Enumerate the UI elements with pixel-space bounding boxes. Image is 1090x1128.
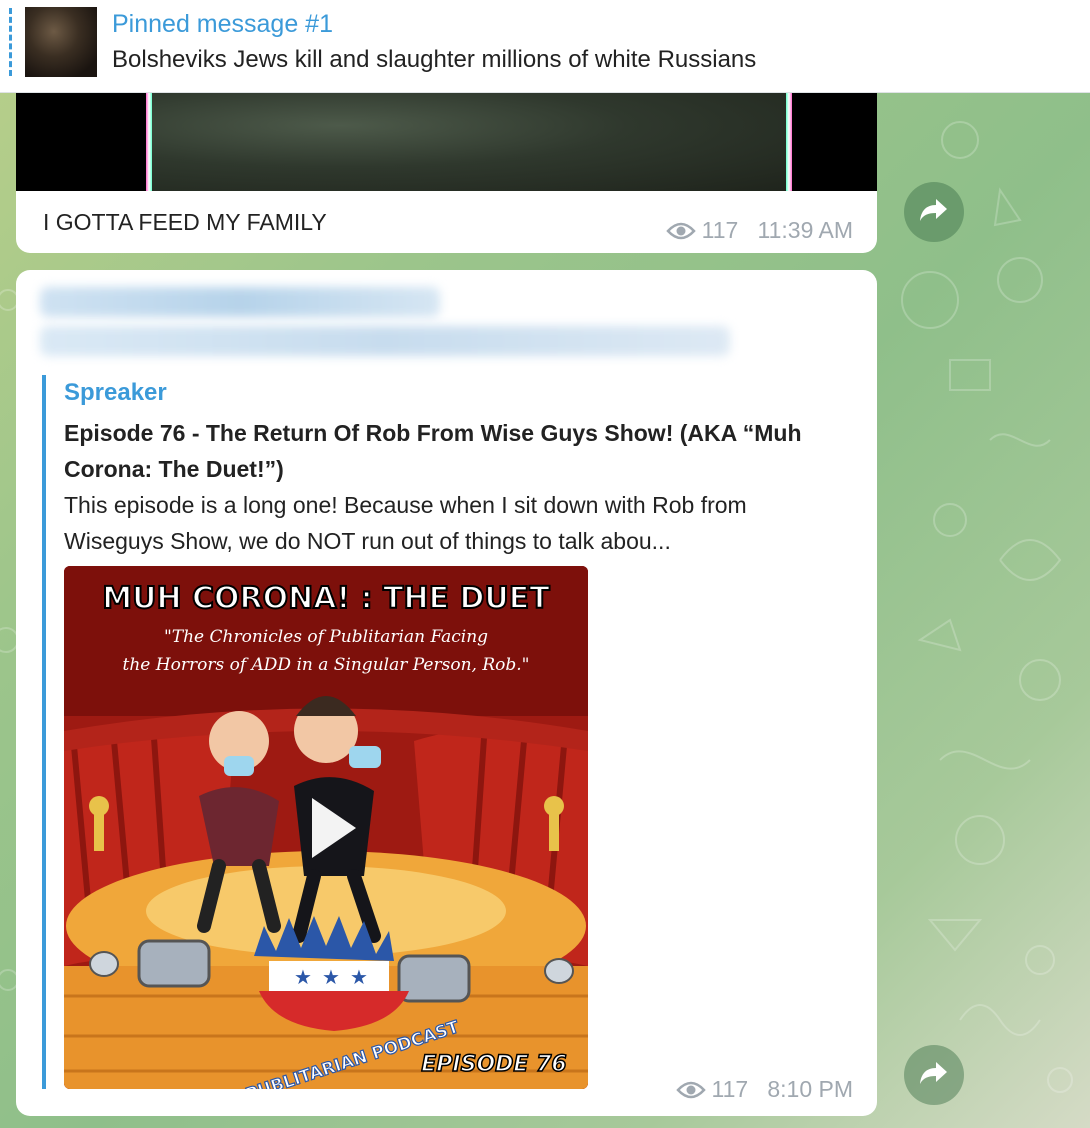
message-caption: I GOTTA FEED MY FAMILY [43, 209, 327, 235]
art-heading: MUH CORONA! : THE DUET [102, 581, 550, 616]
share-arrow-icon [919, 197, 949, 228]
message-time: 11:39 AM [757, 217, 853, 243]
forward-button[interactable] [904, 182, 964, 242]
svg-text:★: ★ [350, 967, 368, 989]
preview-title: Episode 76 - The Return Of Rob From Wise… [64, 420, 802, 482]
forward-button[interactable] [904, 1045, 964, 1105]
view-count: 117 [711, 1076, 749, 1102]
preview-site-name: Spreaker [64, 379, 167, 406]
pinned-indicator [9, 8, 12, 76]
blurred-channel-name [40, 287, 440, 317]
eye-icon [675, 1079, 706, 1106]
art-episode-label: EPISODE 76 [421, 1052, 566, 1077]
message-time: 8:10 PM [767, 1076, 853, 1102]
view-count: 117 [701, 217, 739, 243]
svg-text:★: ★ [322, 967, 340, 989]
pinned-text: Bolsheviks Jews kill and slaughter milli… [112, 46, 757, 73]
svg-text:★: ★ [294, 967, 312, 989]
blurred-link[interactable] [40, 326, 730, 356]
message-meta: 117 8:10 PM [675, 1076, 853, 1106]
share-arrow-icon [919, 1060, 949, 1091]
art-subtitle-line2: the Horrors of ADD in a Singular Person,… [123, 655, 530, 675]
message-meta: 117 11:39 AM [665, 217, 853, 247]
pinned-message-bar[interactable]: Pinned message #1 Bolsheviks Jews kill a… [0, 0, 1090, 93]
preview-description: This episode is a long one! Because when… [64, 492, 747, 554]
eye-icon [665, 220, 696, 247]
message-bubble[interactable]: Spreaker Episode 76 - The Return Of Rob … [16, 270, 877, 1116]
art-subtitle-line1: "The Chronicles of Publitarian Facing [164, 627, 488, 647]
pinned-title: Pinned message #1 [112, 10, 333, 38]
link-preview[interactable]: Spreaker Episode 76 - The Return Of Rob … [42, 375, 846, 1089]
pinned-thumbnail [25, 7, 97, 77]
preview-image[interactable]: MUH CORONA! : THE DUET "The Chronicles o… [64, 566, 588, 1089]
